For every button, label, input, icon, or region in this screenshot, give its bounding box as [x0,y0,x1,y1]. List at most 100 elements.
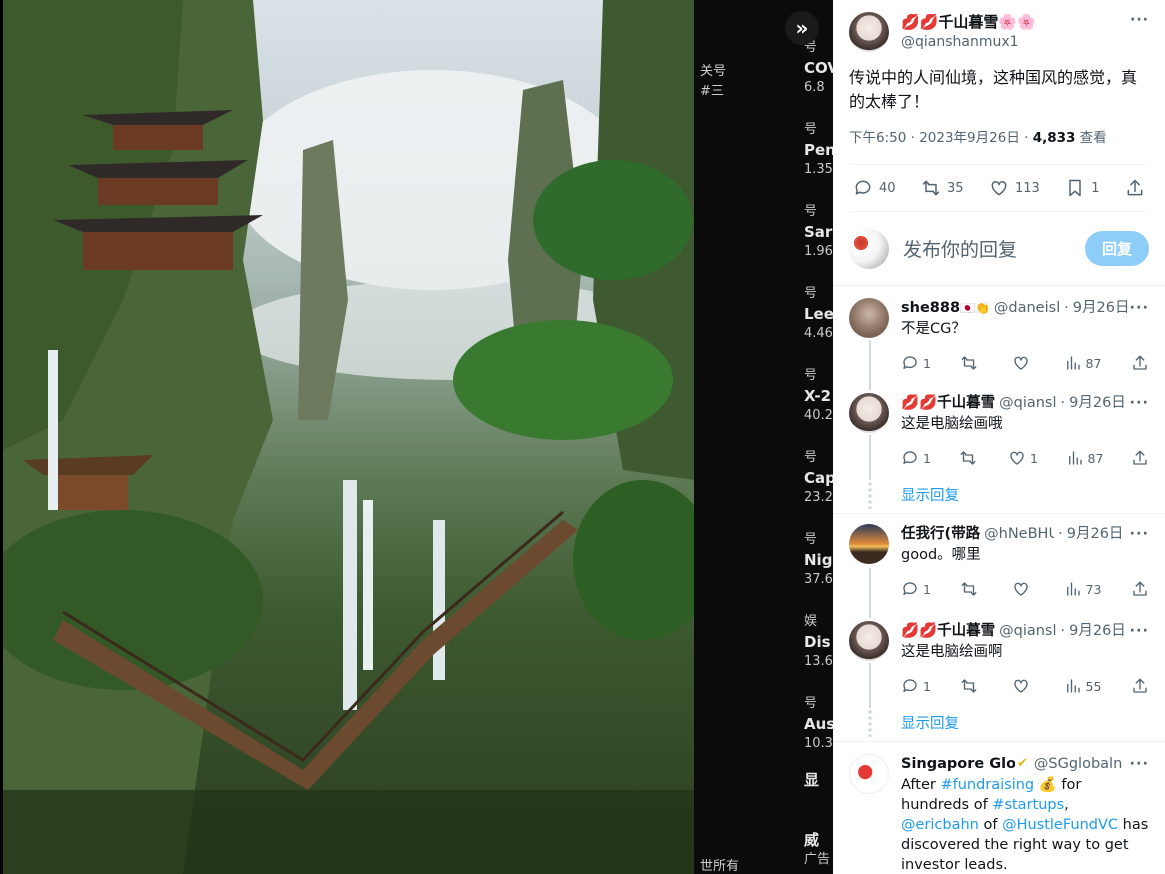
more-options-icon[interactable]: ··· [1129,621,1149,641]
repost-icon [960,580,978,598]
reply-icon [901,580,919,598]
ad-text-part: , [1064,797,1069,813]
like-button[interactable]: 113 [989,178,1040,198]
like-button[interactable] [1012,677,1034,695]
like-button[interactable]: 1 [1008,449,1038,467]
repost-button[interactable] [960,580,982,598]
bookmark-button[interactable]: 1 [1065,178,1100,198]
reply-author-handle[interactable]: @daneisl [994,298,1060,318]
reply-button[interactable]: 1 [901,580,931,598]
reply-tweet[interactable]: 💋💋千山暮雪 @qiansl · 9月26日 ··· 这是电脑绘画啊 1 55 [833,611,1165,708]
heart-icon [1012,677,1030,695]
background-feed: 关号 #三 世所有 号 COV 6.8 号 Pen 1.35 号 Sar 1.96 号 Lee… [694,0,834,874]
hashtag-link[interactable]: #fundraising [940,777,1034,793]
reply-input[interactable]: 发布你的回复 [903,235,1085,262]
reply-date[interactable]: 9月26日 [1069,393,1126,413]
bar-chart-icon [1066,449,1084,467]
ad-text-part: After [901,777,941,793]
reply-submit-button[interactable]: 回复 [1084,231,1149,266]
current-user-avatar[interactable] [849,228,889,269]
reply-tweet[interactable]: she888 🇯🇵👏 @daneisl · 9月26日 ··· 不是CG？ 1 87 [833,286,1165,390]
show-replies-link[interactable]: 显示回复 [833,476,1165,514]
thread-dots [868,709,872,737]
post-timestamp[interactable]: 下午6:50 · 2023年9月26日 · [849,130,1033,146]
show-replies-link[interactable]: 显示回复 [833,704,1165,742]
promoted-tweet[interactable]: Singapore Glob ✔ @SGglobaln ··· After #fund… [833,742,1165,874]
more-options-icon[interactable]: ··· [1129,298,1149,318]
post-view-count: 4,833 [1032,130,1076,146]
reply-author-name[interactable]: 💋💋千山暮雪 [901,393,995,413]
like-button[interactable] [1012,580,1034,598]
more-options-icon[interactable]: ··· [1129,754,1149,774]
reply-date[interactable]: 9月26日 [1069,621,1126,641]
views-button[interactable]: 73 [1064,580,1102,598]
reply-button[interactable]: 1 [901,354,931,372]
reply-author-name[interactable]: 💋💋千山暮雪 [901,621,995,641]
author-avatar[interactable] [849,12,889,52]
reply-avatar[interactable] [849,524,889,564]
reply-button[interactable]: 1 [901,677,931,695]
bg-side-label: 关号 [700,64,727,79]
reply-author-name[interactable]: 任我行(带路 [901,524,980,544]
like-button[interactable] [1012,354,1034,372]
flower-emoji: 🌸🌸 [998,13,1036,31]
bar-chart-icon [1064,677,1082,695]
bg-trend: 威广告 [804,831,831,867]
share-button[interactable] [1125,178,1145,198]
reply-author-name[interactable]: she888 [901,298,960,318]
reply-avatar[interactable] [849,621,889,661]
repost-button[interactable]: 35 [921,178,964,198]
post-actions: 40 35 113 1 [849,164,1149,212]
ad-avatar[interactable] [849,754,889,794]
more-options-icon[interactable]: ··· [1129,524,1149,544]
bg-trend: 号 Pen 1.35 [804,122,834,177]
more-options-icon[interactable]: ··· [1129,393,1149,413]
bg-trend: 号 Sar 1.96 [804,204,833,259]
reply-icon [901,354,919,372]
bar-chart-icon [1064,580,1082,598]
reply-count: 1 [923,581,931,597]
views-button[interactable]: 87 [1064,354,1101,372]
post-image[interactable] [3,0,694,874]
reply-button[interactable]: 40 [853,178,896,198]
bg-side-label: #三 [700,84,724,99]
repost-button[interactable] [960,354,982,372]
mention-link[interactable]: @ericbahn [901,817,979,833]
hashtag-link[interactable]: #startups [992,797,1064,813]
show-replies-text: 显示回复 [901,488,959,504]
reply-date[interactable]: 9月26日 [1073,298,1130,318]
repost-button[interactable] [959,449,981,467]
author-handle[interactable]: @qianshanmux1 [901,32,1130,52]
reply-button[interactable]: 1 [901,449,931,467]
expand-panel-button[interactable]: » [785,11,819,45]
bookmark-icon [1065,178,1085,198]
view-count: 73 [1085,581,1102,597]
share-button[interactable] [1131,580,1149,598]
repost-button[interactable] [960,677,982,695]
share-button[interactable] [1131,677,1149,695]
reply-author-handle[interactable]: @hNeBHU [984,524,1054,544]
show-replies-text: 显示回复 [901,716,959,732]
reply-author-handle[interactable]: @qiansl [999,621,1056,641]
share-icon [1131,677,1149,695]
views-button[interactable]: 87 [1066,449,1103,467]
reply-text: 这是电脑绘画哦 [901,416,1003,432]
share-button[interactable] [1131,354,1149,372]
mention-link[interactable]: @HustleFundVC [1002,817,1118,833]
flag-emoji: 🇯🇵👏 [960,301,990,315]
reply-avatar[interactable] [849,393,889,433]
share-button[interactable] [1131,449,1149,467]
reply-tweet[interactable]: 💋💋千山暮雪 @qiansl · 9月26日 ··· 这是电脑绘画哦 1 1 87 [833,383,1165,480]
views-button[interactable]: 55 [1064,677,1101,695]
ad-text-part: of [978,817,1003,833]
reply-date[interactable]: 9月26日 [1067,524,1124,544]
author-display-name[interactable]: 💋💋千山暮雪🌸🌸 [901,12,1130,32]
ad-author-name[interactable]: Singapore Glob [901,754,1015,774]
reply-author-handle[interactable]: @qiansl [999,393,1056,413]
ad-author-handle[interactable]: @SGglobaln [1034,754,1122,774]
reply-avatar[interactable] [849,298,889,338]
share-icon [1131,449,1149,467]
more-options-icon[interactable]: ··· [1130,12,1149,28]
reply-tweet[interactable]: 任我行(带路 @hNeBHU · 9月26日 ··· good。哪里 1 73 [833,514,1165,618]
reply-text: 这是电脑绘画啊 [901,644,1003,660]
